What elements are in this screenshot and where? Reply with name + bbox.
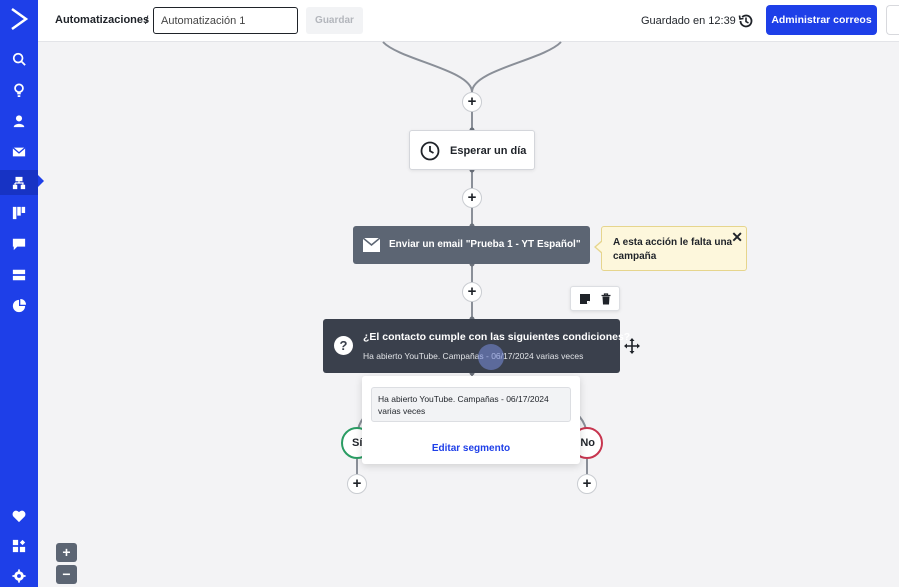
edit-segment-link[interactable]: Editar segmento	[362, 443, 580, 454]
zoom-out-button[interactable]: −	[56, 565, 77, 584]
add-step-button[interactable]: +	[462, 92, 482, 112]
segment-summary: Ha abierto YouTube. Campañas - 06/17/202…	[371, 387, 571, 422]
wait-step-label: Esperar un día	[450, 145, 527, 157]
segment-popup: Ha abierto YouTube. Campañas - 06/17/202…	[362, 376, 580, 464]
condition-step[interactable]: ? ¿El contacto cumple con las siguientes…	[323, 319, 630, 373]
warning-text: A esta acción le falta una campaña	[613, 237, 733, 262]
add-step-button[interactable]: +	[462, 282, 482, 302]
add-step-button[interactable]: +	[462, 188, 482, 208]
wait-step[interactable]: Esperar un día	[409, 130, 535, 170]
note-icon[interactable]	[579, 293, 591, 305]
question-icon: ?	[334, 336, 353, 355]
move-handle-icon[interactable]	[624, 338, 640, 354]
trash-icon[interactable]	[600, 293, 612, 305]
pointer-cursor-icon	[478, 344, 504, 370]
envelope-icon	[363, 238, 380, 252]
missing-campaign-warning: A esta acción le falta una campaña ✕	[594, 226, 747, 271]
close-icon[interactable]: ✕	[731, 229, 743, 246]
zoom-in-button[interactable]: +	[56, 543, 77, 562]
workflow-connectors	[356, 41, 588, 474]
step-toolbar	[570, 286, 620, 311]
clock-icon	[420, 141, 440, 161]
add-step-yes-button[interactable]: +	[347, 474, 367, 494]
condition-step-subtitle: Ha abierto YouTube. Campañas - 06/17/202…	[363, 351, 584, 361]
add-step-no-button[interactable]: +	[577, 474, 597, 494]
condition-step-title: ¿El contacto cumple con las siguientes c…	[363, 331, 631, 343]
send-email-step-label: Enviar un email "Prueba 1 - YT Español"	[389, 239, 581, 250]
send-email-step[interactable]: Enviar un email "Prueba 1 - YT Español"	[353, 226, 590, 264]
